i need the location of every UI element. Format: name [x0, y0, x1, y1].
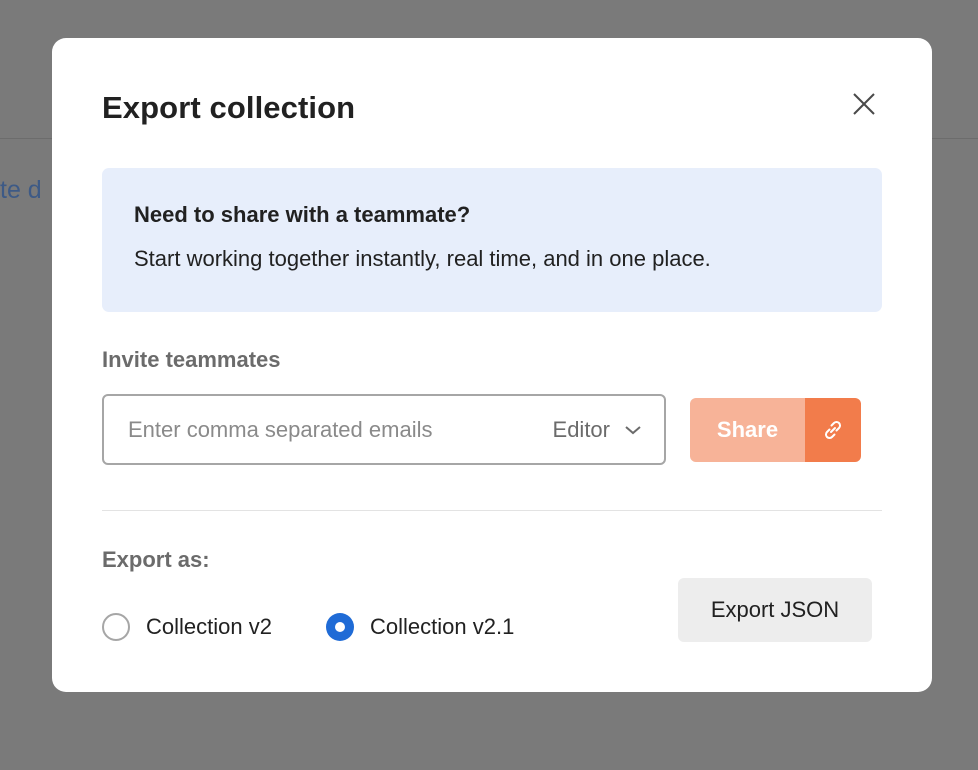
section-divider — [102, 510, 882, 511]
radio-label-collection-v2-1: Collection v2.1 — [370, 614, 515, 639]
radio-collection-v2-1[interactable]: Collection v2.1 — [326, 612, 514, 642]
banner-body: Start working together instantly, real t… — [134, 246, 711, 271]
radio-label-collection-v2: Collection v2 — [146, 614, 272, 639]
export-as-label: Export as: — [102, 547, 210, 572]
share-button[interactable]: Share — [690, 398, 805, 462]
close-icon — [853, 93, 875, 115]
invite-field: Editor — [102, 394, 666, 465]
radio-button-unchecked[interactable] — [102, 613, 130, 641]
share-button-group: Share — [690, 398, 861, 462]
radio-collection-v2[interactable]: Collection v2 — [102, 612, 272, 642]
modal-title: Export collection — [102, 90, 356, 125]
link-icon — [824, 420, 842, 440]
share-info-banner: Need to share with a teammate? Start wor… — [102, 168, 882, 312]
background-link-text: te d — [0, 176, 42, 204]
invite-teammates-label: Invite teammates — [102, 347, 281, 372]
role-selected-label: Editor — [552, 416, 610, 442]
close-button[interactable] — [848, 88, 880, 120]
radio-button-checked[interactable] — [326, 613, 354, 641]
role-dropdown[interactable]: Editor — [553, 396, 642, 463]
copy-link-button[interactable] — [805, 398, 861, 462]
email-input[interactable] — [104, 396, 528, 463]
chevron-down-icon — [625, 425, 641, 434]
banner-heading: Need to share with a teammate? — [134, 202, 471, 227]
export-collection-modal: Export collection Need to share with a t… — [52, 38, 932, 692]
export-json-button[interactable]: Export JSON — [678, 578, 872, 642]
